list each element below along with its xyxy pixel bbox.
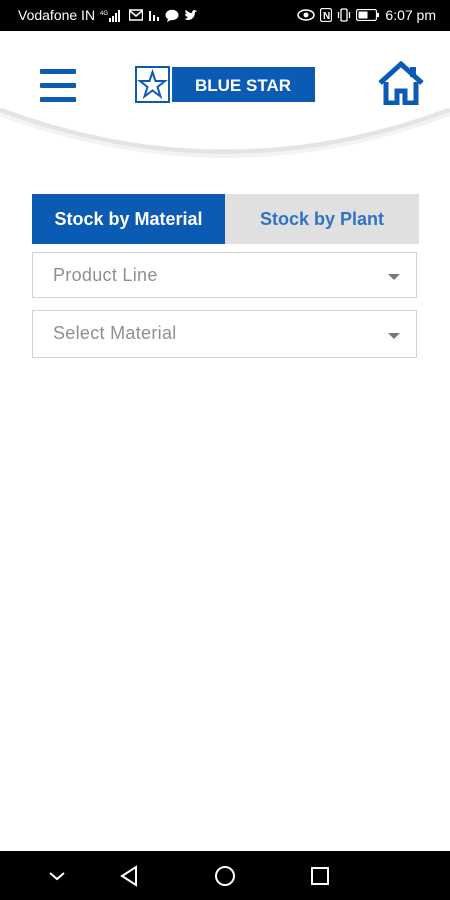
nav-collapse-button[interactable] <box>27 851 87 900</box>
vibrate-icon <box>338 8 351 22</box>
home-circle-icon <box>215 865 235 886</box>
svg-text:N: N <box>323 11 330 22</box>
nfc-icon: N <box>320 8 333 22</box>
twitter-icon <box>184 9 198 20</box>
material-dropdown[interactable]: Select Material <box>32 310 417 358</box>
chart-icon <box>149 11 160 21</box>
battery-icon <box>356 9 380 21</box>
menu-bar-middle <box>40 83 76 88</box>
signal-icon: 4G <box>100 10 121 22</box>
carrier-name: Vodafone IN <box>18 7 96 23</box>
product-line-dropdown[interactable]: Product Line <box>32 252 417 298</box>
nav-recents-button[interactable] <box>290 851 350 900</box>
status-bar-right: N 6:07 pm <box>297 7 436 23</box>
product-line-placeholder: Product Line <box>53 265 158 285</box>
tab-label: Stock by Material <box>54 208 203 229</box>
nav-home-button[interactable] <box>195 851 255 900</box>
gmail-icon <box>129 9 144 21</box>
tab-label: Stock by Plant <box>259 208 385 229</box>
status-bar: Vodafone IN 4G N 6:07 pm <box>0 0 450 31</box>
back-triangle-icon <box>120 864 137 887</box>
chevron-down-icon <box>49 871 65 880</box>
material-placeholder: Select Material <box>53 323 177 343</box>
message-icon <box>165 9 179 22</box>
status-bar-left: Vodafone IN 4G <box>18 7 198 23</box>
status-time: 6:07 pm <box>385 7 436 23</box>
menu-bar-top <box>40 69 76 74</box>
android-nav-bar <box>0 851 450 900</box>
recents-square-icon <box>311 866 329 885</box>
chevron-down-icon <box>388 333 400 339</box>
app-header: BLUE STAR <box>0 31 450 158</box>
tab-stock-by-material[interactable]: Stock by Material <box>32 194 225 244</box>
svg-text:4G: 4G <box>100 11 108 17</box>
chevron-down-icon <box>388 274 400 280</box>
nav-back-button[interactable] <box>99 851 159 900</box>
brand-name: BLUE STAR <box>195 76 291 95</box>
header-curve <box>0 96 450 158</box>
eye-icon <box>297 9 316 21</box>
tab-stock-by-plant[interactable]: Stock by Plant <box>225 194 419 244</box>
stock-tabs: Stock by Material Stock by Plant <box>32 194 419 244</box>
